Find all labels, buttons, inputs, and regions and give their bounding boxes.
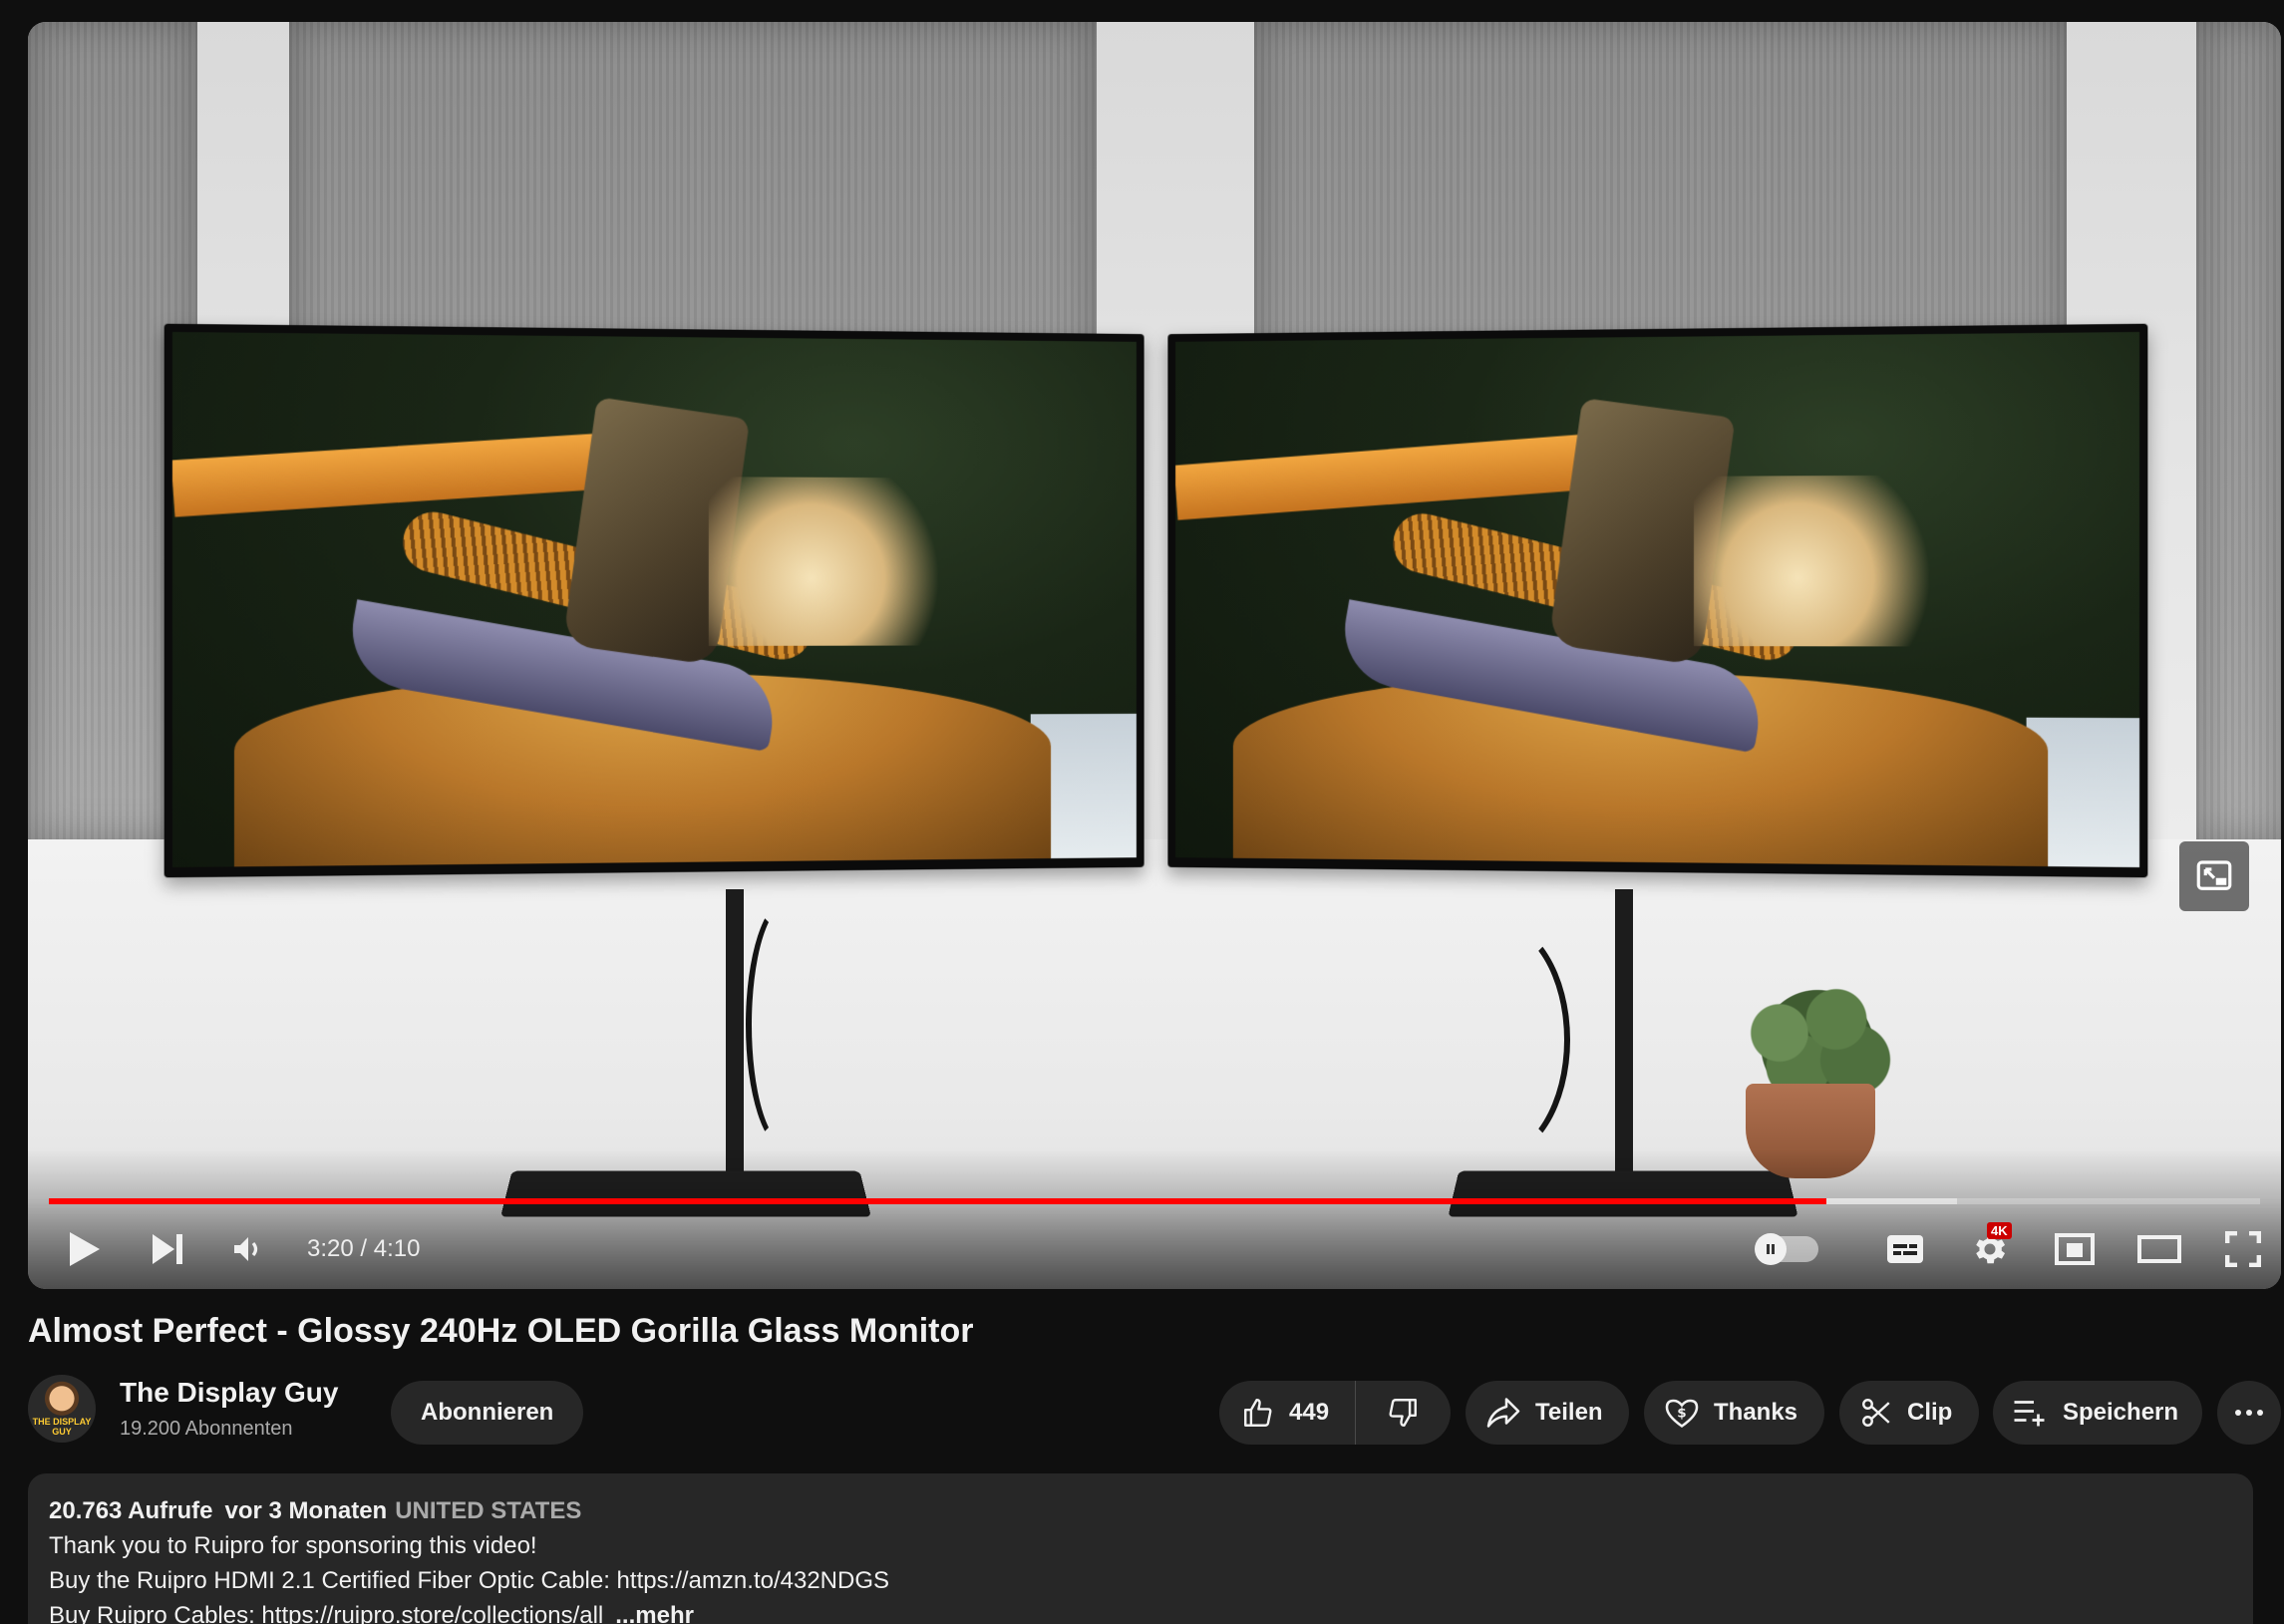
progress-bar[interactable] bbox=[49, 1198, 2260, 1204]
miniplayer-icon bbox=[2055, 1233, 2095, 1265]
miniplayer-button[interactable] bbox=[2040, 1214, 2110, 1284]
play-button[interactable] bbox=[50, 1214, 120, 1284]
axe-handle bbox=[171, 430, 651, 517]
video-frame bbox=[28, 22, 2281, 1289]
like-dislike-group: 449 bbox=[1219, 1381, 1451, 1445]
picture-in-picture-icon bbox=[2196, 860, 2232, 890]
scene-curtain bbox=[2196, 22, 2281, 839]
theater-mode-icon bbox=[2137, 1235, 2181, 1263]
volume-icon bbox=[234, 1237, 258, 1261]
description-meta: 20.763 Aufrufe vor 3 Monaten UNITED STATES bbox=[49, 1493, 889, 1528]
description-box[interactable]: 20.763 Aufrufe vor 3 Monaten UNITED STATES… bbox=[28, 1473, 2253, 1624]
clip-label: Clip bbox=[1907, 1399, 1953, 1426]
volume-button[interactable] bbox=[213, 1214, 283, 1284]
more-actions-button[interactable] bbox=[2217, 1381, 2281, 1445]
like-button[interactable]: 449 bbox=[1219, 1381, 1357, 1445]
share-label: Teilen bbox=[1535, 1399, 1603, 1426]
progress-played bbox=[49, 1198, 1827, 1204]
monitor-screen-image bbox=[1175, 331, 2140, 868]
monitor-screen-image bbox=[171, 331, 1137, 868]
description-content: 20.763 Aufrufe vor 3 Monaten UNITED STATES… bbox=[49, 1493, 889, 1624]
thumbs-down-icon bbox=[1389, 1399, 1418, 1427]
share-arrow-icon bbox=[1486, 1398, 1520, 1428]
quality-badge: 4K bbox=[1987, 1222, 2012, 1239]
scissors-icon bbox=[1862, 1399, 1890, 1427]
fullscreen-button[interactable] bbox=[2208, 1214, 2278, 1284]
show-more-link[interactable]: ...mehr bbox=[615, 1602, 694, 1624]
theater-mode-button[interactable] bbox=[2124, 1214, 2194, 1284]
subscriber-count: 19.200 Abonnenten bbox=[120, 1418, 293, 1440]
monitor-cable bbox=[746, 899, 827, 1150]
description-line: Buy Ruipro Cables: https://ruipro.store/… bbox=[49, 1598, 889, 1624]
dislike-button[interactable] bbox=[1356, 1381, 1420, 1445]
save-button[interactable]: Speichern bbox=[1993, 1381, 2202, 1445]
description-line-text: Buy Ruipro Cables: https://ruipro.store/… bbox=[49, 1602, 604, 1624]
pause-icon bbox=[1767, 1244, 1775, 1254]
view-count: 20.763 Aufrufe bbox=[49, 1497, 213, 1524]
video-title: Almost Perfect - Glossy 240Hz OLED Goril… bbox=[28, 1312, 974, 1350]
wood-shavings bbox=[708, 477, 964, 646]
save-label: Speichern bbox=[2063, 1399, 2179, 1426]
country-label: UNITED STATES bbox=[395, 1497, 582, 1524]
share-button[interactable]: Teilen bbox=[1466, 1381, 1629, 1445]
time-display: 3:20 / 4:10 bbox=[307, 1235, 421, 1262]
svg-text:$: $ bbox=[1677, 1406, 1686, 1422]
wood-shavings bbox=[1693, 475, 1956, 647]
next-icon bbox=[153, 1234, 182, 1264]
thanks-label: Thanks bbox=[1714, 1399, 1798, 1426]
playlist-add-icon bbox=[2014, 1401, 2045, 1427]
video-player[interactable]: 3:20 / 4:10 4K bbox=[28, 22, 2281, 1289]
description-line: Buy the Ruipro HDMI 2.1 Certified Fiber … bbox=[49, 1567, 890, 1594]
channel-avatar[interactable]: THE DISPLAY GUY bbox=[28, 1375, 96, 1443]
youtube-watch-page: 3:20 / 4:10 4K Almost Perfect - Glossy 2… bbox=[0, 0, 2284, 1624]
thumbs-up-icon bbox=[1244, 1399, 1272, 1427]
autoplay-toggle[interactable] bbox=[1755, 1233, 1818, 1265]
next-button[interactable] bbox=[133, 1214, 202, 1284]
autoplay-knob bbox=[1755, 1233, 1787, 1265]
monitor-left bbox=[163, 323, 1144, 878]
description-line: Thank you to Ruipro for sponsoring this … bbox=[49, 1532, 537, 1559]
player-controls: 3:20 / 4:10 4K bbox=[28, 1214, 2281, 1284]
settings-button[interactable]: 4K bbox=[1955, 1214, 2025, 1284]
subtitles-icon bbox=[1887, 1235, 1923, 1263]
heart-dollar-icon: $ bbox=[1665, 1399, 1699, 1429]
clip-button[interactable]: Clip bbox=[1839, 1381, 1979, 1445]
monitor-cable bbox=[1419, 919, 1570, 1160]
monitor-right bbox=[1167, 323, 2148, 878]
channel-name[interactable]: The Display Guy bbox=[120, 1377, 338, 1409]
avatar-logo-text: THE DISPLAY GUY bbox=[32, 1417, 92, 1437]
play-icon bbox=[70, 1232, 100, 1266]
subscribe-button[interactable]: Abonnieren bbox=[391, 1381, 584, 1445]
like-count: 449 bbox=[1289, 1399, 1330, 1426]
fullscreen-icon bbox=[2225, 1231, 2261, 1267]
more-horizontal-icon bbox=[2235, 1410, 2263, 1416]
thanks-button[interactable]: $ Thanks bbox=[1644, 1381, 1824, 1445]
subtitles-button[interactable] bbox=[1870, 1214, 1940, 1284]
picture-in-picture-button[interactable] bbox=[2179, 841, 2249, 911]
upload-date: vor 3 Monaten bbox=[224, 1497, 388, 1524]
